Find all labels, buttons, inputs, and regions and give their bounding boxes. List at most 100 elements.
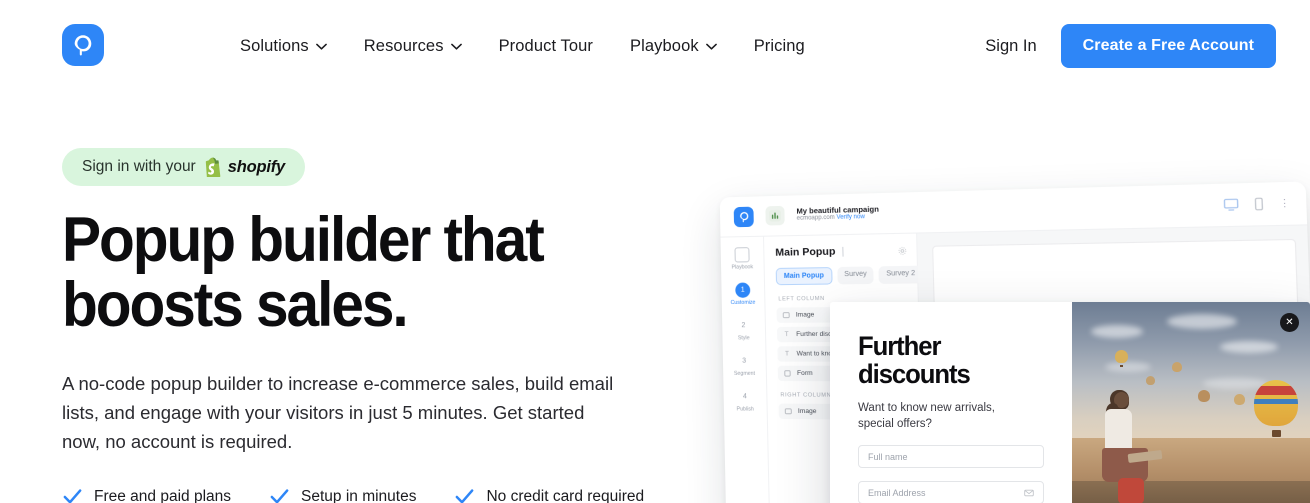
shopify-logo: shopify xyxy=(204,157,286,179)
popup-heading-line-2: discounts xyxy=(858,359,971,389)
nav-item-solutions[interactable]: Solutions xyxy=(240,37,327,56)
feature-item: Setup in minutes xyxy=(269,486,416,503)
popup-tabs: Main Popup Survey Survey 2 xyxy=(775,265,923,286)
popup-heading: Further discounts xyxy=(858,332,1035,388)
popupsmart-logo-icon xyxy=(62,24,104,66)
nav-item-playbook[interactable]: Playbook xyxy=(630,37,717,56)
layer-label: Form xyxy=(796,369,813,378)
layer-label: Image xyxy=(795,311,815,319)
tab-survey-2[interactable]: Survey 2 xyxy=(878,265,923,284)
form-icon xyxy=(784,370,791,377)
check-icon xyxy=(62,486,83,503)
nav-item-resources[interactable]: Resources xyxy=(364,37,462,56)
nav-label: Resources xyxy=(363,36,444,55)
badge-text: Sign in with your xyxy=(82,158,196,175)
logo-link[interactable] xyxy=(62,24,104,66)
mobile-icon[interactable] xyxy=(1251,197,1267,212)
sidebar-label: Style xyxy=(737,335,750,342)
shopify-signin-badge[interactable]: Sign in with your shopify xyxy=(62,148,306,186)
more-vertical-icon[interactable]: ⋮ xyxy=(1279,197,1290,209)
text-icon: T xyxy=(784,350,790,358)
gear-icon[interactable] xyxy=(898,246,908,255)
verify-now-link[interactable]: Verify now xyxy=(836,214,864,221)
tab-main-popup[interactable]: Main Popup xyxy=(775,267,833,286)
nav-label: Product Tour xyxy=(498,36,594,55)
close-icon[interactable]: ✕ xyxy=(1280,313,1299,332)
nav-label: Playbook xyxy=(630,36,699,55)
hero-copy: Sign in with your shopify Popup builder … xyxy=(62,148,682,503)
email-placeholder: Email Address xyxy=(868,487,926,498)
sidebar-label: Playbook xyxy=(731,264,754,271)
sidebar-item-playbook[interactable]: Playbook xyxy=(731,247,753,271)
nav-label: Pricing xyxy=(753,36,805,55)
popup-subtitle-line-2: special offers? xyxy=(858,418,932,430)
full-name-input[interactable]: Full name xyxy=(858,445,1044,468)
header-actions: Sign In Create a Free Account xyxy=(985,0,1276,92)
envelope-icon xyxy=(1024,488,1034,498)
popup-image: ✕ xyxy=(1072,302,1310,503)
popup-content: Further discounts Want to know new arriv… xyxy=(830,302,1072,503)
step-badge: 3 xyxy=(742,357,747,365)
domain-text: ecmoapp.com xyxy=(796,215,835,223)
page-title: Popup builder that boosts sales. xyxy=(62,208,639,338)
step-badge: 2 xyxy=(741,322,746,330)
landing-page: Solutions Resources Product Tour Playboo… xyxy=(0,0,1310,503)
check-icon xyxy=(269,486,290,503)
check-icon xyxy=(454,486,475,503)
feature-item: No credit card required xyxy=(454,486,644,503)
sidebar-item-publish[interactable]: 4 Publish xyxy=(736,389,754,413)
image-icon xyxy=(783,312,790,319)
shopify-bag-icon xyxy=(204,157,223,179)
layer-label: Image xyxy=(797,407,817,416)
nav-item-pricing[interactable]: Pricing xyxy=(754,37,805,56)
campaign-info: My beautiful campaign ecmoapp.com Verify… xyxy=(796,204,880,223)
image-icon xyxy=(785,408,792,415)
title-divider: | xyxy=(841,245,845,258)
shopify-wordmark: shopify xyxy=(227,157,286,176)
feature-label: Setup in minutes xyxy=(301,487,417,503)
sidebar-item-style[interactable]: 2 Style xyxy=(736,318,751,341)
chevron-down-icon xyxy=(705,43,717,50)
campaign-thumb-icon xyxy=(765,205,785,226)
chevron-down-icon xyxy=(315,43,327,50)
hot-air-balloon-photo xyxy=(1072,302,1310,503)
headline-line-1: Popup builder that xyxy=(62,205,545,275)
full-name-placeholder: Full name xyxy=(868,451,908,462)
panel-title-text: Main Popup xyxy=(775,245,836,259)
panel-title: Main Popup | xyxy=(775,244,907,259)
step-badge: 4 xyxy=(742,393,747,401)
device-toggle: ⋮ xyxy=(1223,196,1290,212)
create-free-account-button[interactable]: Create a Free Account xyxy=(1060,24,1276,68)
site-header: Solutions Resources Product Tour Playboo… xyxy=(0,0,1310,92)
sign-in-link[interactable]: Sign In xyxy=(985,37,1036,56)
nav-item-product-tour[interactable]: Product Tour xyxy=(499,37,593,56)
headline-line-2: boosts sales. xyxy=(62,270,409,340)
primary-nav: Solutions Resources Product Tour Playboo… xyxy=(240,0,805,92)
sidebar-item-segment[interactable]: 3 Segment xyxy=(733,354,756,377)
popup-preview: Further discounts Want to know new arriv… xyxy=(830,302,1310,503)
app-sidebar: Playbook 1 Customize 2 Style 3 Segment 4… xyxy=(720,236,771,503)
popup-subtitle-line-1: Want to know new arrivals, xyxy=(858,402,995,414)
desktop-icon[interactable] xyxy=(1223,197,1238,212)
hero-feature-list: Free and paid plans Setup in minutes No … xyxy=(62,486,682,503)
sidebar-label: Segment xyxy=(733,370,756,377)
text-icon: T xyxy=(784,330,789,339)
feature-item: Free and paid plans xyxy=(62,486,231,503)
sidebar-item-customize[interactable]: 1 Customize xyxy=(730,282,756,307)
email-input[interactable]: Email Address xyxy=(858,481,1044,503)
hero-subcopy: A no-code popup builder to increase e-co… xyxy=(62,373,614,452)
popup-heading-line-1: Further xyxy=(858,331,942,361)
step-badge: 1 xyxy=(735,282,751,298)
popup-subtitle: Want to know new arrivals, special offer… xyxy=(858,400,1044,432)
chevron-down-icon xyxy=(450,43,462,50)
sidebar-label: Customize xyxy=(730,299,756,307)
playbook-icon xyxy=(734,247,750,263)
nav-label: Solutions xyxy=(240,36,309,55)
tab-survey[interactable]: Survey xyxy=(836,266,875,285)
feature-label: No credit card required xyxy=(486,487,645,503)
feature-label: Free and paid plans xyxy=(94,487,232,503)
campaign-domain: ecmoapp.com Verify now xyxy=(797,214,880,223)
sidebar-label: Publish xyxy=(736,406,754,413)
hero-product-mockup: My beautiful campaign ecmoapp.com Verify… xyxy=(700,181,1310,503)
popupsmart-logo-icon xyxy=(733,206,754,227)
